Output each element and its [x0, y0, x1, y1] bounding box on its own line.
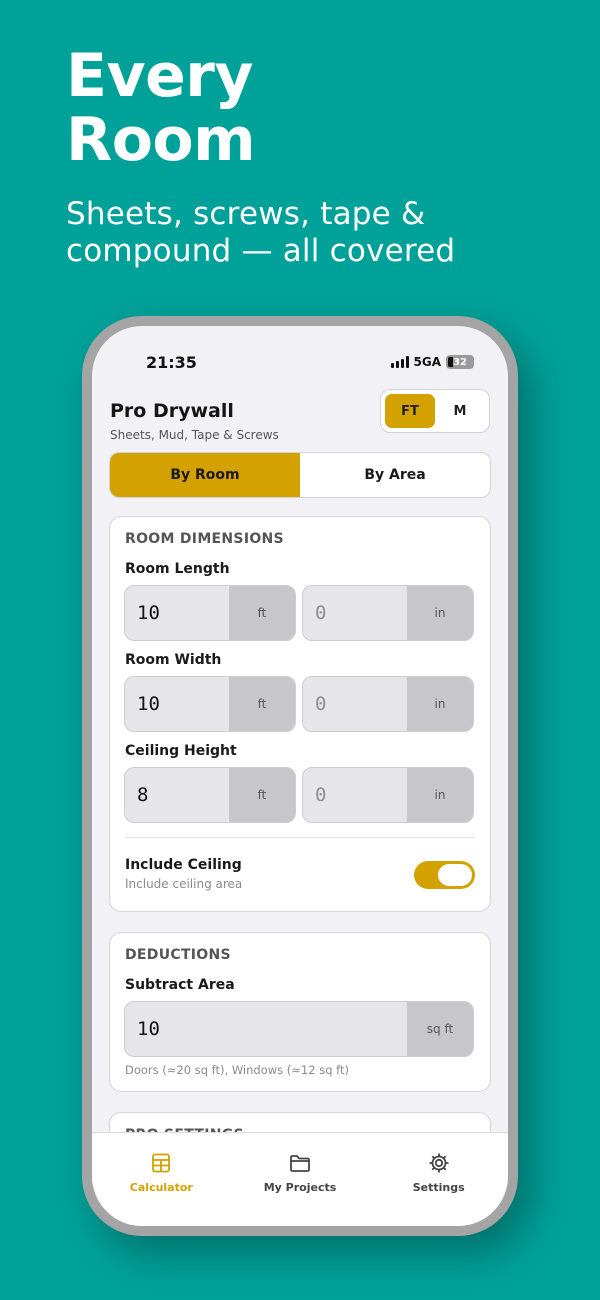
unit-toggle: FT M — [380, 389, 490, 433]
status-indicators: 5GA 32 — [390, 355, 474, 369]
tab-bar: Calculator My Projects Settings — [92, 1132, 508, 1226]
unit-label: in — [407, 677, 473, 731]
room-width-label: Room Width — [125, 652, 222, 668]
unit-ft-button[interactable]: FT — [385, 394, 435, 428]
toggle-knob — [438, 864, 472, 886]
input-value: 10 — [137, 693, 160, 715]
unit-label: ft — [229, 677, 295, 731]
signal-icon — [390, 356, 409, 368]
tab-by-area[interactable]: By Area — [300, 453, 490, 497]
input-value: 10 — [137, 1018, 160, 1040]
mode-tabs: By Room By Area — [109, 452, 491, 498]
include-ceiling-sub: Include ceiling area — [125, 877, 243, 891]
app-subtitle: Sheets, Mud, Tape & Screws — [110, 428, 279, 442]
unit-m-button[interactable]: M — [435, 394, 485, 428]
promo-headline: Every Room — [66, 41, 256, 175]
input-value: 10 — [137, 602, 160, 624]
unit-label: in — [407, 768, 473, 822]
room-length-in-input[interactable]: 0 in — [302, 585, 474, 641]
tab-calculator[interactable]: Calculator — [92, 1151, 231, 1226]
subtract-area-input[interactable]: 10 sq ft — [124, 1001, 474, 1057]
room-length-label: Room Length — [125, 561, 230, 577]
room-width-in-input[interactable]: 0 in — [302, 676, 474, 732]
deductions-card: DEDUCTIONS Subtract Area 10 sq ft Doors … — [109, 932, 491, 1092]
subtract-area-label: Subtract Area — [125, 977, 235, 993]
calculator-icon — [152, 1153, 171, 1173]
ceiling-height-ft-input[interactable]: 8 ft — [124, 767, 296, 823]
unit-label: ft — [229, 586, 295, 640]
folder-icon — [290, 1155, 310, 1172]
phone-screen: 21:35 5GA 32 Pro Drywall Sheets, Mud, Ta… — [92, 326, 508, 1226]
divider — [125, 837, 475, 838]
ceiling-height-label: Ceiling Height — [125, 743, 237, 759]
status-time: 21:35 — [146, 353, 197, 372]
app-title: Pro Drywall — [110, 400, 234, 422]
section-title: DEDUCTIONS — [125, 947, 231, 963]
unit-label: sq ft — [407, 1002, 473, 1056]
tab-label: My Projects — [263, 1181, 337, 1194]
battery-icon: 32 — [446, 355, 474, 369]
section-title: ROOM DIMENSIONS — [125, 531, 284, 547]
room-length-ft-input[interactable]: 10 ft — [124, 585, 296, 641]
input-placeholder: 0 — [315, 602, 327, 624]
unit-label: in — [407, 586, 473, 640]
tab-label: Calculator — [129, 1181, 193, 1194]
input-value: 8 — [137, 784, 149, 806]
headline-line-1: Every — [66, 41, 254, 111]
room-dimensions-card: ROOM DIMENSIONS Room Length 10 ft 0 in R… — [109, 516, 491, 912]
tab-by-room[interactable]: By Room — [110, 453, 300, 497]
input-placeholder: 0 — [315, 784, 327, 806]
headline-line-2: Room — [66, 105, 256, 175]
input-placeholder: 0 — [315, 693, 327, 715]
promo-subheadline: Sheets, screws, tape & compound — all co… — [66, 196, 456, 269]
phone-frame: 21:35 5GA 32 Pro Drywall Sheets, Mud, Ta… — [82, 316, 518, 1236]
tab-settings[interactable]: Settings — [369, 1151, 508, 1226]
network-type: 5GA — [413, 355, 442, 369]
tab-label: Settings — [412, 1181, 465, 1194]
room-width-ft-input[interactable]: 10 ft — [124, 676, 296, 732]
deductions-hint: Doors (≈20 sq ft), Windows (≈12 sq ft) — [125, 1063, 350, 1077]
ceiling-height-in-input[interactable]: 0 in — [302, 767, 474, 823]
unit-label: ft — [229, 768, 295, 822]
include-ceiling-toggle[interactable] — [414, 861, 475, 889]
gear-icon — [429, 1153, 449, 1173]
include-ceiling-label: Include Ceiling — [125, 857, 242, 873]
tab-my-projects[interactable]: My Projects — [231, 1151, 370, 1226]
